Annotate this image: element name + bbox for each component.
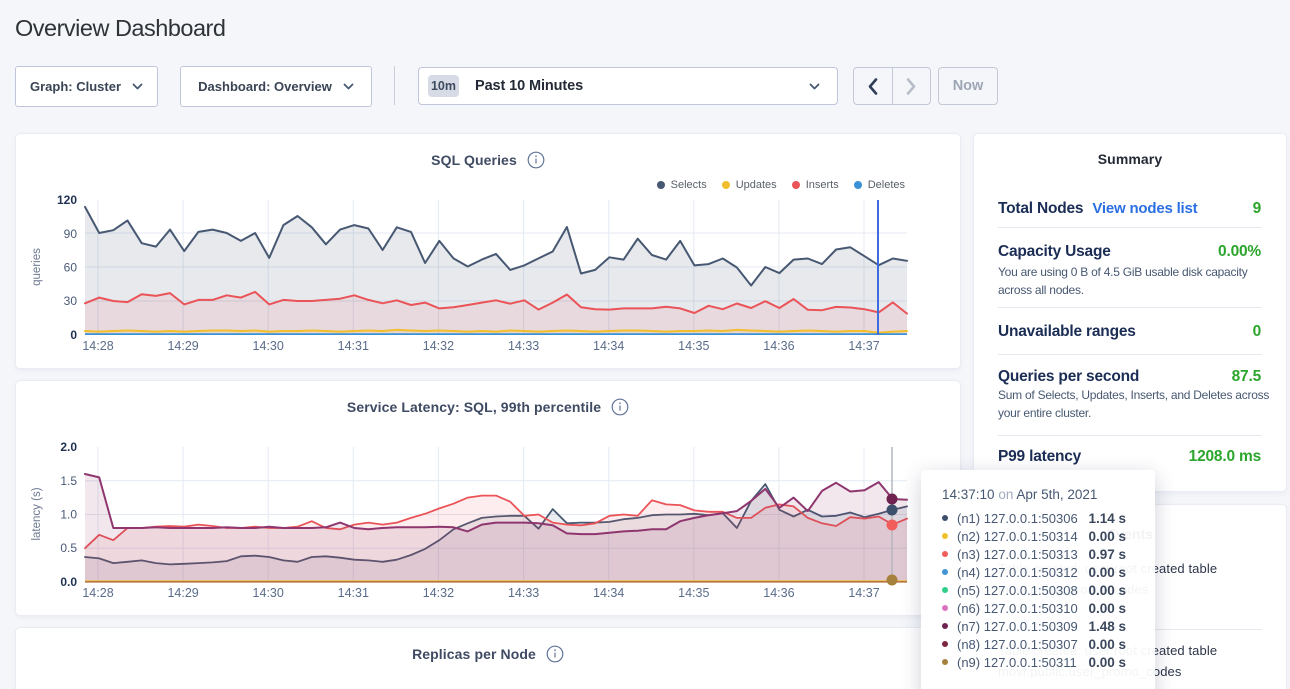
svg-text:120: 120: [57, 193, 77, 207]
svg-text:14:33: 14:33: [508, 586, 539, 600]
svg-text:14:31: 14:31: [338, 586, 369, 600]
svg-text:14:28: 14:28: [82, 339, 113, 353]
svg-text:14:30: 14:30: [253, 586, 284, 600]
svg-text:14:34: 14:34: [593, 586, 624, 600]
svg-text:14:37: 14:37: [848, 339, 879, 353]
svg-text:14:32: 14:32: [423, 339, 454, 353]
svg-text:14:31: 14:31: [338, 339, 369, 353]
svg-text:14:33: 14:33: [508, 339, 539, 353]
svg-text:0.0: 0.0: [60, 575, 77, 589]
svg-text:14:36: 14:36: [763, 339, 794, 353]
svg-text:14:37: 14:37: [848, 586, 879, 600]
svg-text:90: 90: [64, 227, 78, 241]
svg-text:1.0: 1.0: [60, 508, 77, 522]
svg-text:0.5: 0.5: [60, 541, 77, 555]
svg-text:14:30: 14:30: [253, 339, 284, 353]
svg-text:2.0: 2.0: [60, 440, 77, 454]
svg-text:queries: queries: [31, 248, 43, 286]
svg-text:1.5: 1.5: [60, 474, 77, 488]
svg-text:14:28: 14:28: [82, 586, 113, 600]
svg-text:0: 0: [70, 328, 77, 342]
svg-text:latency (s): latency (s): [31, 487, 43, 540]
svg-text:14:34: 14:34: [593, 339, 624, 353]
svg-text:14:35: 14:35: [678, 339, 709, 353]
svg-text:14:32: 14:32: [423, 586, 454, 600]
svg-text:14:29: 14:29: [167, 339, 198, 353]
svg-text:30: 30: [64, 294, 78, 308]
svg-text:14:35: 14:35: [678, 586, 709, 600]
svg-text:60: 60: [64, 261, 78, 275]
svg-text:14:36: 14:36: [763, 586, 794, 600]
svg-text:14:29: 14:29: [167, 586, 198, 600]
